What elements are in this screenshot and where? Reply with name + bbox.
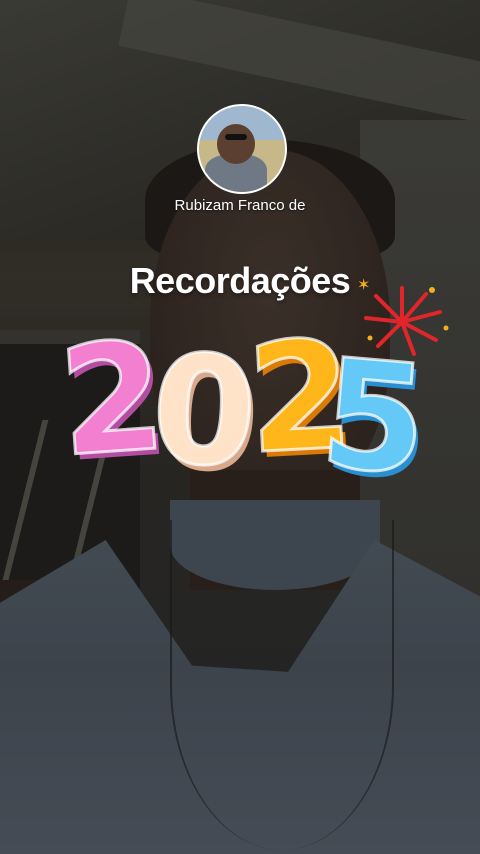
- year-digit: 0: [146, 321, 262, 503]
- year-digit: 5: [313, 325, 435, 510]
- profile-username[interactable]: Rubizam Franco de: [0, 197, 480, 214]
- firework-icon: [364, 286, 449, 356]
- profile-avatar[interactable]: [197, 104, 287, 194]
